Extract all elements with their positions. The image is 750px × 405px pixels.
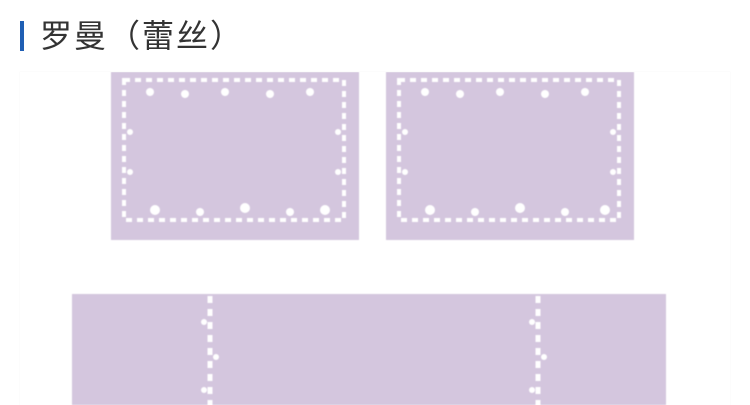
product-photo-canvas bbox=[72, 72, 666, 405]
small-rug-left bbox=[111, 72, 359, 240]
product-photo bbox=[20, 72, 730, 405]
product-section: 罗曼（蕾丝） bbox=[0, 0, 750, 405]
section-header: 罗曼（蕾丝） bbox=[20, 14, 244, 58]
section-title: 罗曼（蕾丝） bbox=[40, 17, 245, 55]
small-rug-right bbox=[386, 72, 634, 240]
long-runner bbox=[72, 294, 666, 405]
title-accent-bar bbox=[20, 21, 24, 51]
